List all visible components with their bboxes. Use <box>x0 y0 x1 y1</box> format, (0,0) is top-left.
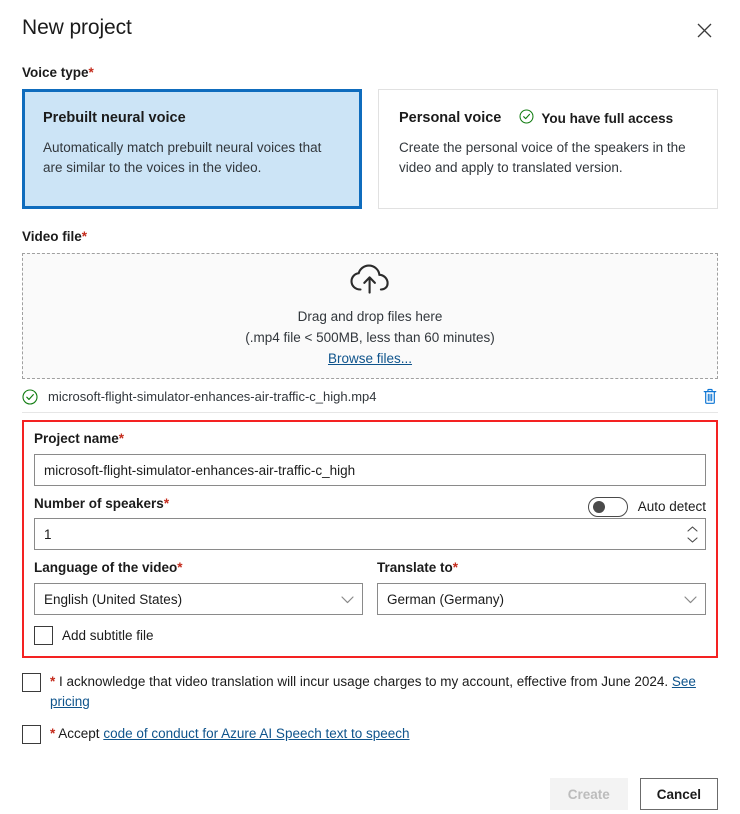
acknowledge-charges-label: * I acknowledge that video translation w… <box>50 672 710 712</box>
voice-type-label-text: Voice type <box>22 65 89 80</box>
new-project-dialog: New project Voice type* Prebuilt neural … <box>0 0 740 814</box>
translate-to-field: Translate to* German (Germany) <box>377 559 706 615</box>
auto-detect-label: Auto detect <box>637 499 706 514</box>
video-file-section: Video file* Drag and drop files here (.m… <box>22 228 718 413</box>
add-subtitle-checkbox[interactable] <box>34 626 53 645</box>
card-header-prebuilt: Prebuilt neural voice <box>43 108 341 128</box>
chevron-down-icon <box>686 536 698 543</box>
required-asterisk: * <box>452 560 459 575</box>
video-file-label: Video file* <box>22 228 718 246</box>
number-of-speakers-label: Number of speakers* <box>34 495 169 513</box>
card-title-prebuilt: Prebuilt neural voice <box>43 110 186 126</box>
code-of-conduct-link[interactable]: code of conduct for Azure AI Speech text… <box>103 726 409 741</box>
card-description-personal: Create the personal voice of the speaker… <box>399 140 686 175</box>
card-title-personal: Personal voice <box>399 110 502 126</box>
card-description-prebuilt: Automatically match prebuilt neural voic… <box>43 140 322 175</box>
page-title: New project <box>22 16 132 39</box>
speakers-label-row: Number of speakers* Auto detect <box>34 495 706 518</box>
accept-code-of-conduct-label: * Accept code of conduct for Azure AI Sp… <box>50 724 410 744</box>
required-asterisk: * <box>177 560 183 575</box>
accept-text: Accept <box>58 726 100 741</box>
required-asterisk: * <box>163 496 170 511</box>
project-name-label-text: Project name <box>34 431 119 446</box>
language-of-video-select-wrap: English (United States) <box>34 583 363 615</box>
project-name-label: Project name* <box>34 430 706 448</box>
voice-type-options: Prebuilt neural voice Automatically matc… <box>22 89 718 209</box>
voice-type-card-prebuilt[interactable]: Prebuilt neural voice Automatically matc… <box>22 89 362 209</box>
acknowledge-charges-text: I acknowledge that video translation wil… <box>59 674 669 689</box>
uploaded-file-name: microsoft-flight-simulator-enhances-air-… <box>48 389 377 404</box>
translate-to-select-wrap: German (Germany) <box>377 583 706 615</box>
voice-type-card-personal[interactable]: Personal voice You have full access Crea… <box>378 89 718 209</box>
add-subtitle-label: Add subtitle file <box>62 628 154 643</box>
status-badge: You have full access <box>519 109 673 127</box>
language-row: Language of the video* English (United S… <box>34 559 706 615</box>
number-of-speakers-input[interactable] <box>34 518 706 550</box>
consents-section: * I acknowledge that video translation w… <box>22 672 718 744</box>
status-badge-text: You have full access <box>541 110 674 126</box>
required-asterisk: * <box>88 65 94 80</box>
trash-icon[interactable] <box>702 388 718 405</box>
voice-type-label: Voice type* <box>22 64 718 82</box>
translate-to-label-text: Translate to <box>377 560 453 575</box>
cancel-button[interactable]: Cancel <box>639 778 718 810</box>
quantity-stepper[interactable] <box>685 518 699 550</box>
number-of-speakers-field <box>34 518 706 550</box>
card-header-personal: Personal voice You have full access <box>399 108 697 128</box>
file-dropzone[interactable]: Drag and drop files here (.mp4 file < 50… <box>22 253 718 379</box>
dropzone-primary-text: Drag and drop files here <box>297 308 443 324</box>
toggle-knob <box>592 500 605 513</box>
dialog-header: New project <box>22 0 718 48</box>
language-of-video-field: Language of the video* English (United S… <box>34 559 363 615</box>
project-name-input[interactable] <box>34 454 706 486</box>
create-button[interactable]: Create <box>549 778 628 810</box>
dropzone-secondary-text: (.mp4 file < 500MB, less than 60 minutes… <box>245 329 495 345</box>
browse-files-link[interactable]: Browse files... <box>328 348 412 370</box>
accept-code-of-conduct-checkbox[interactable] <box>22 725 41 744</box>
project-details-group: Project name* Number of speakers* Auto d… <box>22 420 718 658</box>
required-asterisk: * <box>118 431 125 446</box>
number-of-speakers-label-text: Number of speakers <box>34 496 164 511</box>
acknowledge-charges-checkbox[interactable] <box>22 673 41 692</box>
translate-to-label: Translate to* <box>377 559 706 577</box>
uploaded-file-row: microsoft-flight-simulator-enhances-air-… <box>22 385 718 413</box>
required-asterisk: * <box>50 726 56 741</box>
video-file-label-text: Video file <box>22 229 82 244</box>
language-of-video-label: Language of the video* <box>34 559 363 577</box>
language-of-video-select[interactable]: English (United States) <box>34 583 363 615</box>
cloud-upload-icon <box>349 263 391 298</box>
close-icon[interactable] <box>690 16 718 44</box>
auto-detect-toggle[interactable] <box>587 496 628 517</box>
dialog-footer: Create Cancel <box>22 778 718 810</box>
consent-row-pricing: * I acknowledge that video translation w… <box>22 672 710 712</box>
add-subtitle-row: Add subtitle file <box>34 625 706 646</box>
language-of-video-label-text: Language of the video <box>34 560 178 575</box>
check-circle-icon <box>22 388 38 405</box>
translate-to-select[interactable]: German (Germany) <box>377 583 706 615</box>
required-asterisk: * <box>81 229 88 244</box>
check-circle-icon <box>519 109 534 127</box>
required-asterisk: * <box>50 674 56 689</box>
consent-row-conduct: * Accept code of conduct for Azure AI Sp… <box>22 724 710 744</box>
chevron-up-icon <box>686 525 698 532</box>
auto-detect-control: Auto detect <box>587 496 706 517</box>
voice-type-section: Voice type* Prebuilt neural voice Automa… <box>22 64 718 209</box>
